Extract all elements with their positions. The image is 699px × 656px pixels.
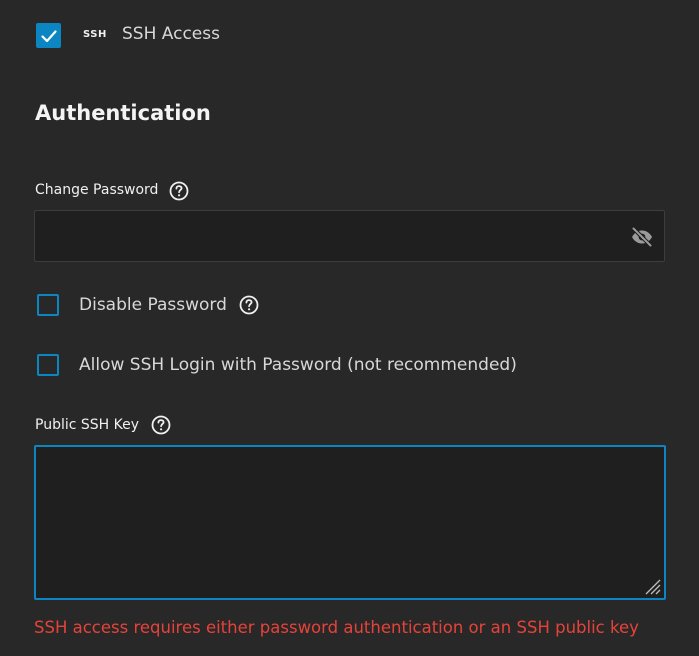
section-title: Authentication: [35, 101, 211, 125]
allow-ssh-password-label[interactable]: Allow SSH Login with Password (not recom…: [79, 355, 517, 375]
resize-handle-icon[interactable]: [640, 574, 662, 596]
ssh-badge: SSH: [83, 29, 107, 40]
check-icon: [40, 29, 57, 42]
validation-error: SSH access requires either password auth…: [34, 618, 639, 637]
ssh-access-checkbox[interactable]: [36, 23, 61, 48]
ssh-access-label[interactable]: SSH Access: [122, 24, 220, 44]
public-ssh-key-label: Public SSH Key: [35, 417, 140, 433]
change-password-label: Change Password: [35, 182, 159, 198]
eye-off-icon[interactable]: [630, 225, 654, 249]
help-circle-icon[interactable]: [151, 415, 171, 435]
disable-password-checkbox[interactable]: [37, 294, 59, 316]
help-circle-icon[interactable]: [239, 295, 259, 315]
change-password-field[interactable]: [34, 210, 665, 262]
public-ssh-key-textarea[interactable]: [34, 445, 666, 600]
allow-ssh-password-checkbox[interactable]: [37, 354, 59, 376]
disable-password-label[interactable]: Disable Password: [79, 295, 227, 315]
help-circle-icon[interactable]: [169, 181, 189, 201]
